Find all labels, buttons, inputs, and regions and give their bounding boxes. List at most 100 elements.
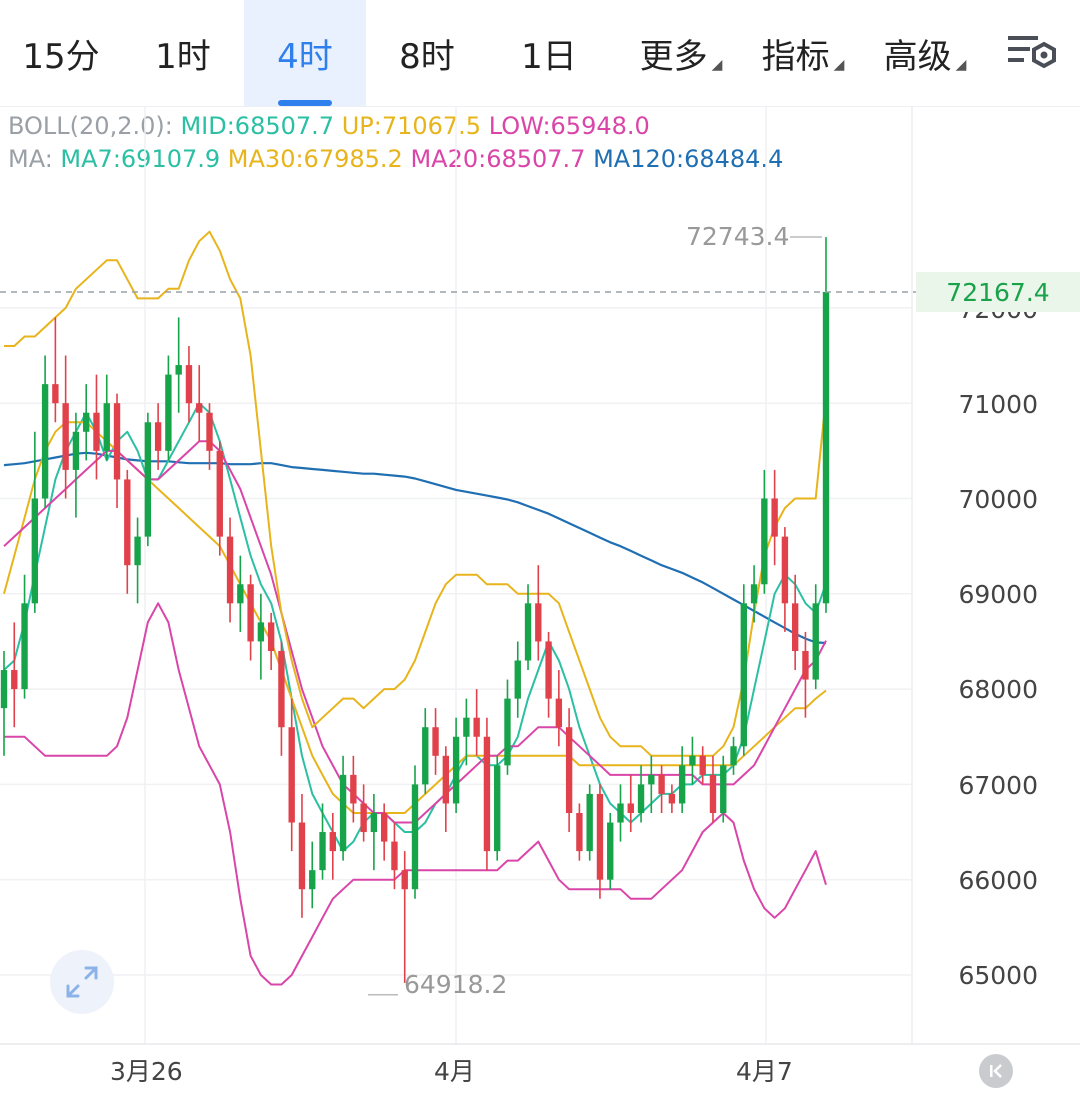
tab-4h[interactable]: 4时 <box>244 0 366 106</box>
dropdown-triangle-icon: ◢ <box>833 57 845 73</box>
ma-legend: MA: MA7:69107.9 MA30:67985.2 MA20:68507.… <box>8 145 783 173</box>
candle-body <box>791 603 799 651</box>
tab-label: 1时 <box>155 36 211 77</box>
candle-body <box>0 670 8 709</box>
tab-indicators[interactable]: 指标 ◢ <box>742 0 864 106</box>
series-line-mid <box>3 440 827 824</box>
candle-body <box>617 803 624 823</box>
candle-body <box>627 803 634 813</box>
tab-1d[interactable]: 1日 <box>488 0 610 106</box>
candle-body <box>175 365 182 375</box>
candle-body <box>761 498 768 585</box>
candle-body <box>596 793 604 880</box>
candle-body <box>144 422 152 537</box>
candle-body <box>360 803 367 833</box>
tab-15m[interactable]: 15分 <box>0 0 122 106</box>
candle-body <box>62 403 69 470</box>
candle-body <box>339 774 347 852</box>
candle-body <box>730 746 737 766</box>
candle-body <box>648 774 655 785</box>
tab-label: 1日 <box>521 36 577 77</box>
ma-prefix: MA: <box>8 145 61 173</box>
scroll-to-latest-icon[interactable] <box>979 1054 1013 1088</box>
price-axis-label: 67000 <box>958 771 1038 800</box>
candle-body <box>83 412 90 432</box>
candle-body <box>607 822 614 880</box>
candle-body <box>370 812 378 833</box>
candle-body <box>72 431 80 470</box>
candle-body <box>31 498 39 604</box>
interval-tab-bar: 15分 1时 4时 8时 1日 更多 ◢ 指标 ◢ 高级 ◢ <box>0 0 1080 107</box>
candle-body <box>21 603 28 690</box>
candle-body <box>391 841 398 871</box>
tab-label: 15分 <box>22 36 100 77</box>
dropdown-triangle-icon: ◢ <box>711 57 723 73</box>
candle-body <box>309 870 316 890</box>
series-line-ma30 <box>3 421 827 814</box>
candle-body <box>802 650 809 680</box>
candle-body <box>524 603 532 661</box>
candle-body <box>52 384 59 404</box>
tab-advanced[interactable]: 高级 ◢ <box>864 0 986 106</box>
candle-body <box>134 536 141 566</box>
candle-body <box>709 774 717 813</box>
candle-body <box>288 727 295 823</box>
candle-body <box>586 793 593 852</box>
ma120-value: MA120:68484.4 <box>593 145 784 173</box>
expand-icon[interactable] <box>50 950 114 1014</box>
tab-label: 更多 <box>639 36 708 77</box>
boll-prefix: BOLL(20,2.0): <box>8 112 181 140</box>
candle-body <box>822 291 830 604</box>
series-line-ma7 <box>3 402 827 853</box>
candle-body <box>545 641 552 699</box>
candle-body <box>237 584 244 604</box>
candle-body <box>576 812 583 852</box>
dropdown-triangle-icon: ◢ <box>955 57 967 73</box>
tab-1h[interactable]: 1时 <box>122 0 244 106</box>
candle-body <box>165 374 172 451</box>
candle-body <box>247 584 254 642</box>
candle-body <box>452 736 460 804</box>
candle-body <box>154 422 162 451</box>
tab-more[interactable]: 更多 ◢ <box>620 0 742 106</box>
candle-body <box>267 622 275 651</box>
price-axis-label: 69000 <box>958 580 1038 609</box>
candle-body <box>637 784 645 813</box>
date-axis-label: 4月 <box>434 1057 475 1086</box>
candle-body <box>678 765 686 804</box>
candle-body <box>422 727 429 785</box>
candle-body <box>206 412 213 451</box>
current-price-tag: 72167.4 <box>916 272 1080 312</box>
candle-body <box>483 736 491 852</box>
tab-label: 4时 <box>277 36 333 77</box>
candle-body <box>41 384 49 499</box>
tab-label: 8时 <box>399 36 455 77</box>
candle-body <box>11 670 18 690</box>
ma20-value: MA20:68507.7 <box>410 145 586 173</box>
candle-body <box>226 536 234 604</box>
candle-body <box>473 717 480 737</box>
candle-body <box>298 822 306 890</box>
candle-body <box>93 412 100 451</box>
price-axis-label: 65000 <box>958 961 1038 990</box>
chart-settings-icon[interactable] <box>1006 30 1062 78</box>
series-line-ma120 <box>3 451 827 645</box>
candle-body <box>771 498 778 537</box>
candle-body <box>103 403 110 451</box>
candle-body <box>658 774 665 794</box>
candle-body <box>185 365 193 404</box>
candle-body <box>514 660 521 699</box>
candle-body <box>442 755 450 804</box>
candle-body <box>113 403 121 480</box>
candle-body <box>463 717 470 737</box>
candle-body <box>350 774 357 804</box>
candle-body <box>494 765 501 852</box>
candle-body <box>411 784 419 890</box>
candle-body <box>689 755 696 766</box>
price-axis-label: 70000 <box>958 485 1038 514</box>
candle-body <box>257 622 265 642</box>
candle-body <box>535 603 542 642</box>
candle-body <box>699 755 706 775</box>
candle-body <box>401 870 408 890</box>
tab-8h[interactable]: 8时 <box>366 0 488 106</box>
